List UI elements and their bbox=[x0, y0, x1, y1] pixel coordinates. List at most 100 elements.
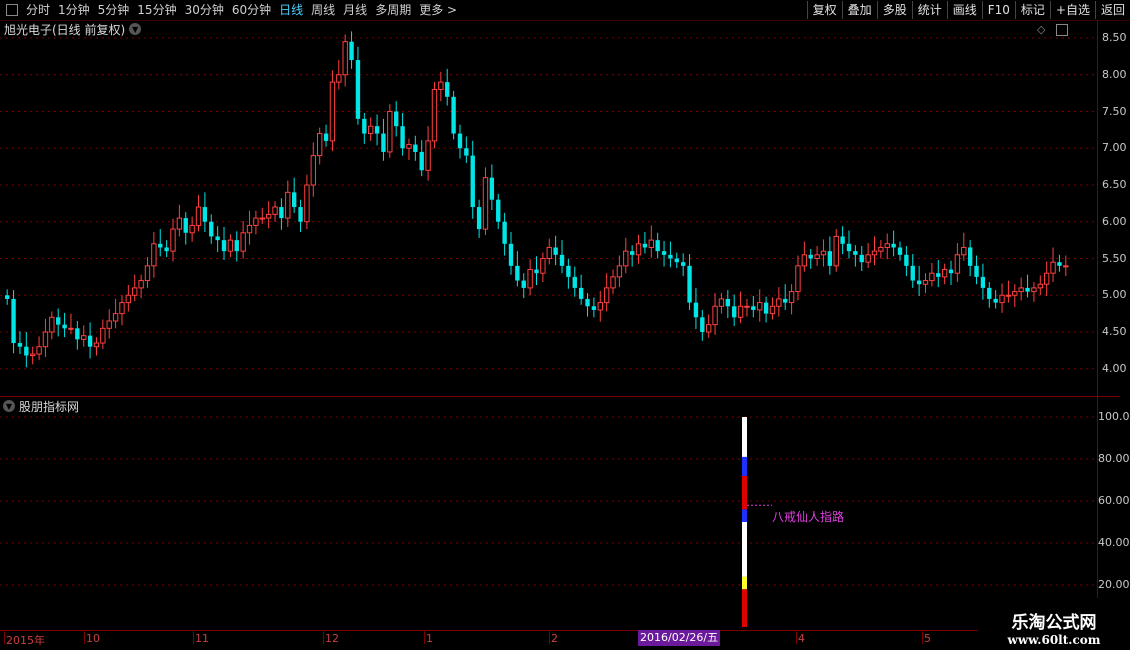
time-tick-label: 4 bbox=[798, 632, 805, 645]
overlay-button[interactable]: 叠加 bbox=[841, 1, 877, 19]
candle bbox=[718, 293, 725, 314]
candle bbox=[904, 246, 909, 277]
tab-multi-period[interactable]: 多周期 bbox=[371, 0, 415, 20]
f10-button[interactable]: F10 bbox=[981, 1, 1015, 19]
candle bbox=[316, 127, 323, 165]
candle bbox=[776, 287, 782, 317]
tab-monthly[interactable]: 月线 bbox=[339, 0, 371, 20]
candle bbox=[769, 297, 776, 320]
candle-body bbox=[776, 298, 782, 307]
candle-body bbox=[482, 177, 489, 230]
indicator-bar-segment bbox=[742, 509, 747, 522]
candle-body bbox=[597, 302, 603, 311]
candle-body bbox=[751, 306, 756, 310]
candle bbox=[865, 243, 871, 269]
add-watchlist-button[interactable]: +自选 bbox=[1049, 1, 1095, 19]
candle-body bbox=[878, 246, 884, 252]
candle bbox=[400, 112, 405, 156]
time-axis-line bbox=[0, 630, 1120, 631]
tab-1min[interactable]: 1分钟 bbox=[54, 0, 94, 20]
candle-body bbox=[801, 254, 808, 267]
candle bbox=[476, 199, 482, 238]
candle-body bbox=[1043, 272, 1050, 285]
tab-daily[interactable]: 日线 bbox=[275, 0, 307, 20]
time-tick-mark bbox=[424, 630, 425, 644]
candle-body bbox=[234, 240, 239, 252]
candle bbox=[272, 201, 278, 222]
candle bbox=[470, 140, 475, 219]
candle-body bbox=[763, 302, 769, 314]
tab-5min[interactable]: 5分钟 bbox=[94, 0, 134, 20]
candle-body bbox=[170, 228, 176, 252]
tab-intraday[interactable]: 分时 bbox=[22, 0, 54, 20]
candle bbox=[853, 245, 858, 267]
candle bbox=[553, 235, 558, 266]
candle bbox=[5, 289, 10, 305]
side-panel-edge[interactable] bbox=[1120, 20, 1130, 630]
candle bbox=[603, 273, 610, 312]
candle bbox=[1018, 277, 1024, 301]
candle-body bbox=[87, 335, 93, 347]
candle-body bbox=[100, 327, 106, 344]
tab-30min[interactable]: 30分钟 bbox=[181, 0, 228, 20]
candle-body bbox=[846, 243, 852, 252]
tab-more[interactable]: 更多 > bbox=[415, 0, 461, 20]
candle bbox=[521, 273, 526, 299]
candle bbox=[431, 82, 438, 149]
candle bbox=[36, 336, 42, 360]
candle-body bbox=[1050, 261, 1056, 274]
multi-stock-button[interactable]: 多股 bbox=[876, 1, 912, 19]
candle bbox=[349, 31, 354, 69]
candle-body bbox=[425, 140, 431, 171]
candle bbox=[176, 204, 183, 237]
candle bbox=[310, 142, 316, 197]
candle-body bbox=[496, 199, 501, 222]
candle bbox=[566, 258, 571, 289]
candle bbox=[158, 229, 163, 257]
tab-15min[interactable]: 15分钟 bbox=[133, 0, 180, 20]
candle bbox=[496, 193, 501, 230]
candle bbox=[788, 284, 795, 315]
candle-body bbox=[93, 342, 100, 348]
candle bbox=[323, 124, 329, 147]
back-button[interactable]: 返回 bbox=[1094, 1, 1130, 19]
candle bbox=[221, 226, 227, 260]
candle bbox=[668, 241, 673, 268]
candle bbox=[87, 322, 93, 359]
candle-body bbox=[642, 243, 648, 248]
candle-body bbox=[5, 295, 10, 299]
mark-button[interactable]: 标记 bbox=[1014, 1, 1050, 19]
candle bbox=[655, 232, 660, 259]
candle bbox=[546, 238, 552, 265]
candle-body bbox=[1037, 283, 1043, 289]
tab-60min[interactable]: 60分钟 bbox=[228, 0, 275, 20]
candle-body bbox=[910, 265, 915, 281]
period-tabs: 分时 1分钟 5分钟 15分钟 30分钟 60分钟 日线 周线 月线 多周期 更… bbox=[0, 0, 461, 20]
candle-body bbox=[413, 144, 418, 152]
candle bbox=[1050, 247, 1056, 283]
candle bbox=[112, 298, 119, 329]
candle bbox=[687, 254, 692, 310]
candle bbox=[11, 290, 16, 354]
candle bbox=[259, 207, 265, 224]
candle-body bbox=[705, 324, 712, 333]
candle bbox=[616, 255, 623, 288]
draw-line-button[interactable]: 画线 bbox=[946, 1, 982, 19]
candle bbox=[712, 293, 718, 335]
candle bbox=[202, 192, 208, 233]
candle bbox=[999, 283, 1005, 313]
candle bbox=[629, 245, 635, 267]
adjust-button[interactable]: 复权 bbox=[806, 1, 842, 19]
candle bbox=[125, 284, 132, 312]
time-tick-mark bbox=[796, 630, 797, 644]
candle-body bbox=[954, 254, 961, 274]
candle-body bbox=[476, 207, 482, 230]
candle bbox=[648, 225, 654, 258]
candle-body bbox=[285, 191, 291, 219]
candle bbox=[279, 198, 284, 230]
tab-weekly[interactable]: 周线 bbox=[307, 0, 339, 20]
candle bbox=[814, 246, 820, 266]
candle bbox=[623, 237, 629, 274]
panel-toggle-icon[interactable] bbox=[6, 4, 18, 16]
statistics-button[interactable]: 统计 bbox=[911, 1, 947, 19]
